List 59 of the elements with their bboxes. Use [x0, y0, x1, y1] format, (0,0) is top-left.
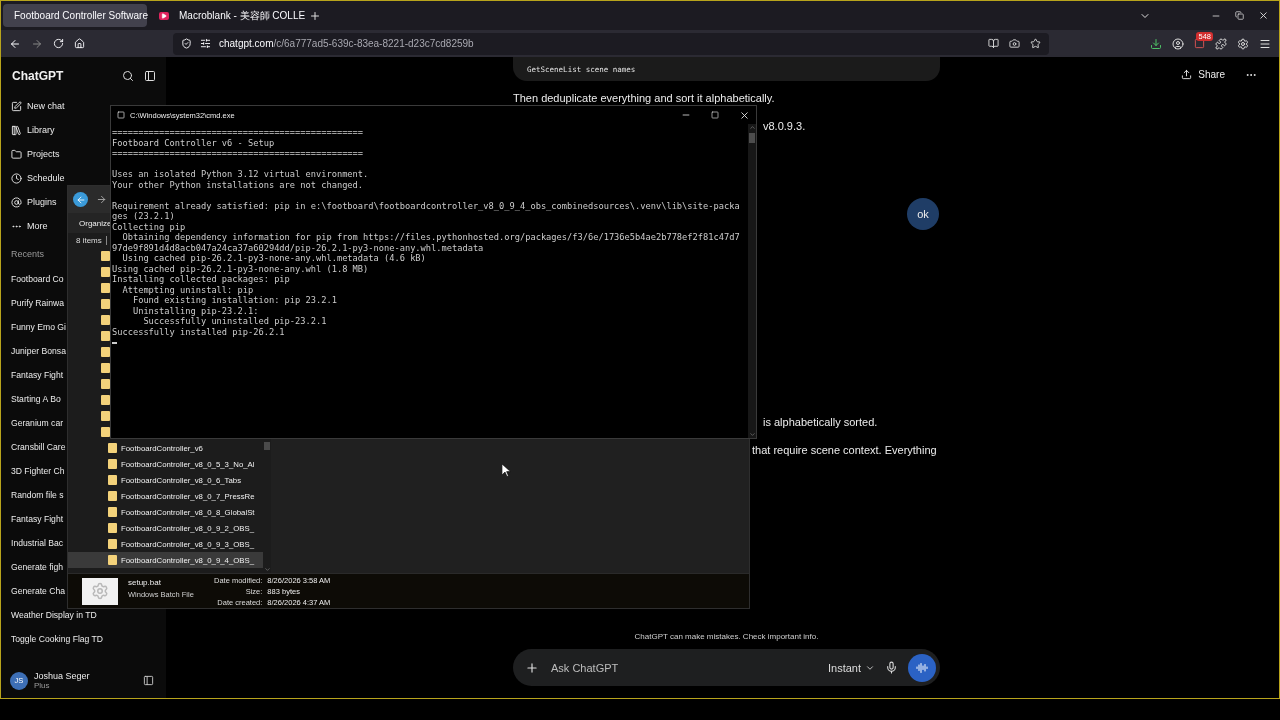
organize-button[interactable]: Organize [79, 218, 112, 228]
console-line: Collecting pip [112, 221, 187, 232]
chat-history-item[interactable]: Generate Cha [11, 584, 65, 598]
console-line: Obtaining dependency information for pip from https://files.pythonhosted.org/packages/f3/6e/1736e5b4ae2b778ef2f81c47d7 [121, 232, 741, 243]
console-line: Uninstalling pip-23.2.1: [131, 305, 260, 316]
nav-item[interactable]: Plugins [11, 195, 57, 209]
composer[interactable]: Ask ChatGPT Instant [513, 649, 940, 686]
message-text: Then deduplicate everything and sort it alphabetically. [513, 91, 775, 105]
console-line: Footboard Controller v6 - Setup [112, 137, 276, 148]
nav-item[interactable]: New chat [11, 99, 65, 113]
chat-history-item[interactable]: Generate figh [11, 560, 64, 574]
item-count: 8 items [76, 236, 102, 245]
console-line: Successfully installed pip-26.2.1 [112, 326, 286, 337]
console-line: ================================================ [112, 127, 365, 138]
chat-history-item[interactable]: Juniper Bonsa [11, 344, 66, 358]
console-line: Your other Python installations are not changed. [112, 179, 365, 190]
nav-item[interactable]: Projects [11, 147, 60, 161]
chat-history-item[interactable]: 3D Fighter Ch [11, 464, 65, 478]
console-line: Attempting uninstall: pip [121, 284, 255, 295]
console-line: Using cached pip-26.2.1-py3-none-any.whl.metadata (4.6 kB) [121, 253, 427, 264]
message-text: v8.0.9.3. [763, 119, 806, 133]
console-line: Successfully uninstalled pip-23.2.1 [142, 316, 328, 327]
nav-item[interactable]: More [11, 219, 48, 233]
disclaimer-text: ChatGPT can make mistakes. Check important info. [633, 632, 820, 641]
console-line: ges (23.2.1) [112, 211, 176, 222]
nav-item[interactable]: Schedule [11, 171, 65, 185]
browser-tab[interactable]: Footboard Controller Software [3, 4, 147, 27]
chat-history-item[interactable]: Geranium car [11, 416, 64, 430]
console-line: Using cached pip-26.2.1-py3-none-any.whl (1.8 MB) [112, 263, 370, 274]
share-button[interactable]: Share [1179, 67, 1227, 82]
section-heading: Recents [11, 249, 45, 261]
console-line: 97de9f891d4d8acb047a24ca37a60294dd/pip-26.2.1-py3-none-any.whl.metadata [112, 242, 485, 253]
chat-history-item[interactable]: Random file s [11, 488, 64, 502]
user-message: ok [907, 198, 939, 230]
message-input[interactable]: Ask ChatGPT [549, 660, 818, 675]
model-dropdown[interactable]: Instant [827, 661, 875, 674]
app-title[interactable]: ChatGPT [12, 69, 64, 83]
chat-history-item[interactable]: Fantasy Fight [11, 512, 64, 526]
message-text: that require scene context. Everything [752, 443, 937, 457]
console-line: ================================================ [112, 148, 365, 159]
console-line: Uses an isolated Python 3.12 virtual environment. [112, 169, 370, 180]
console-line: Installing collected packages: pip [112, 274, 291, 285]
chat-history-item[interactable]: Toggle Cooking Flag TD [11, 632, 104, 646]
chat-history-item[interactable]: Footboard Co [11, 272, 64, 286]
chat-history-item[interactable]: Starting A Bo [11, 392, 61, 406]
user-plan: Plus [34, 681, 51, 690]
address-bar[interactable]: chatgpt.com/c/6a777ad5-639c-83ea-8221-d23c7cd8259b [173, 32, 1049, 55]
chat-history-item[interactable]: Weather Display in TD [11, 608, 97, 622]
chat-history-item[interactable]: Funny Emo Gi [11, 320, 66, 334]
chat-history-item[interactable]: Purify Rainwa [11, 296, 64, 310]
message-text: is alphabetically sorted. [763, 415, 878, 429]
chat-history-item[interactable]: Cransbill Care [11, 440, 66, 454]
console-line: Found existing installation: pip 23.2.1 [131, 295, 338, 306]
chat-history-item[interactable]: Fantasy Fight [11, 368, 64, 382]
file-name: setup.bat [128, 578, 162, 587]
user-name[interactable]: Joshua Seger [34, 671, 90, 681]
chat-history-item[interactable]: Industrial Bac [11, 536, 64, 550]
nav-item[interactable]: Library [11, 123, 55, 137]
console-line: Requirement already satisfied: pip in e:\footboard\footboardcontroller_v8_0_9_4_obs_combinedsources\.venv\lib\site-packa [112, 200, 741, 211]
